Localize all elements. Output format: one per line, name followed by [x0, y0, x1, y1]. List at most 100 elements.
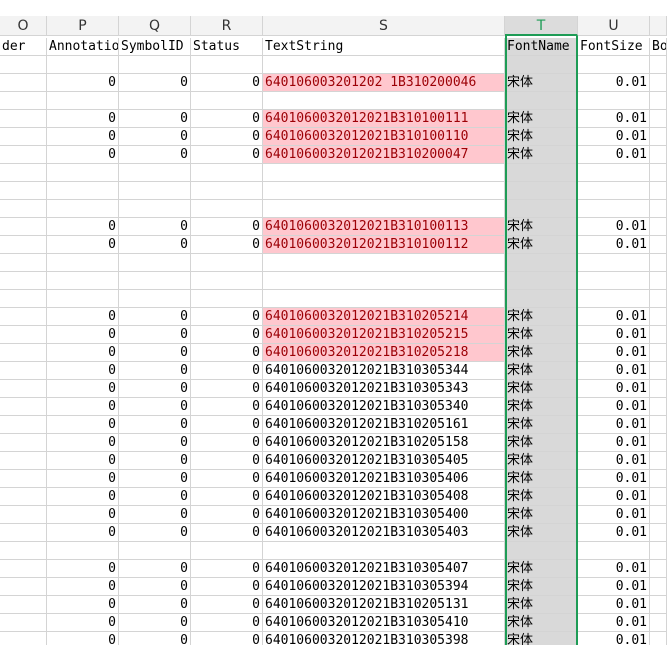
- cell-o[interactable]: [0, 236, 47, 254]
- cell-annotation[interactable]: 0: [47, 488, 119, 506]
- cell-textstring[interactable]: 6401060032012021B310205214: [263, 308, 505, 326]
- cell-fontsize[interactable]: [578, 56, 650, 74]
- cell-fontsize[interactable]: 0.01: [578, 632, 650, 645]
- cell-bold[interactable]: [650, 128, 667, 146]
- cell-bold[interactable]: [650, 56, 667, 74]
- cell-fontsize[interactable]: [578, 164, 650, 182]
- cell-o[interactable]: [0, 362, 47, 380]
- cell-fontname[interactable]: 宋体: [505, 416, 578, 434]
- cell-status[interactable]: 0: [191, 488, 263, 506]
- cell-bold[interactable]: [650, 326, 667, 344]
- cell-fontname[interactable]: 宋体: [505, 236, 578, 254]
- cell-symbolid[interactable]: 0: [119, 416, 191, 434]
- cell-fontsize[interactable]: 0.01: [578, 524, 650, 542]
- cell-textstring[interactable]: 6401060032012021B310305394: [263, 578, 505, 596]
- cell-symbolid[interactable]: 0: [119, 488, 191, 506]
- cell-bold[interactable]: [650, 452, 667, 470]
- cell-o[interactable]: [0, 218, 47, 236]
- cell-textstring[interactable]: [263, 200, 505, 218]
- cell-o[interactable]: [0, 164, 47, 182]
- cell-status[interactable]: 0: [191, 362, 263, 380]
- cell-symbolid[interactable]: [119, 272, 191, 290]
- cell-annotation[interactable]: 0: [47, 236, 119, 254]
- field-header-symbolid[interactable]: SymbolID: [119, 38, 191, 56]
- cell-annotation[interactable]: [47, 164, 119, 182]
- cell-status[interactable]: 0: [191, 128, 263, 146]
- cell-o[interactable]: [0, 254, 47, 272]
- cell-fontsize[interactable]: [578, 92, 650, 110]
- cell-annotation[interactable]: 0: [47, 632, 119, 645]
- cell-status[interactable]: 0: [191, 524, 263, 542]
- cell-status[interactable]: 0: [191, 344, 263, 362]
- cell-annotation[interactable]: 0: [47, 74, 119, 92]
- cell-fontsize[interactable]: 0.01: [578, 344, 650, 362]
- cell-status[interactable]: 0: [191, 560, 263, 578]
- cell-bold[interactable]: [650, 146, 667, 164]
- cell-symbolid[interactable]: 0: [119, 110, 191, 128]
- cell-o[interactable]: [0, 272, 47, 290]
- cell-symbolid[interactable]: 0: [119, 632, 191, 645]
- cell-symbolid[interactable]: [119, 182, 191, 200]
- cell-status[interactable]: 0: [191, 218, 263, 236]
- cell-o[interactable]: [0, 110, 47, 128]
- cell-o[interactable]: [0, 470, 47, 488]
- cell-annotation[interactable]: 0: [47, 362, 119, 380]
- cell-bold[interactable]: [650, 434, 667, 452]
- cell-annotation[interactable]: 0: [47, 398, 119, 416]
- cell-status[interactable]: 0: [191, 146, 263, 164]
- cell-textstring[interactable]: 6401060032012021B310100111: [263, 110, 505, 128]
- cell-fontname[interactable]: [505, 290, 578, 308]
- cell-textstring[interactable]: [263, 290, 505, 308]
- cell-fontname[interactable]: [505, 164, 578, 182]
- cell-fontsize[interactable]: 0.01: [578, 578, 650, 596]
- cell-fontname[interactable]: 宋体: [505, 218, 578, 236]
- cell-symbolid[interactable]: [119, 200, 191, 218]
- cell-textstring[interactable]: 6401060032012021B310205161: [263, 416, 505, 434]
- cell-o[interactable]: [0, 632, 47, 645]
- cell-textstring[interactable]: [263, 92, 505, 110]
- cell-o[interactable]: [0, 308, 47, 326]
- cell-symbolid[interactable]: [119, 542, 191, 560]
- cell-status[interactable]: [191, 200, 263, 218]
- cell-status[interactable]: 0: [191, 74, 263, 92]
- cell-fontsize[interactable]: 0.01: [578, 236, 650, 254]
- cell-fontsize[interactable]: [578, 254, 650, 272]
- cell-symbolid[interactable]: 0: [119, 470, 191, 488]
- cell-fontname[interactable]: 宋体: [505, 434, 578, 452]
- cell-o[interactable]: [0, 380, 47, 398]
- cell-fontsize[interactable]: 0.01: [578, 110, 650, 128]
- column-header-u[interactable]: U: [578, 16, 650, 36]
- cell-bold[interactable]: [650, 398, 667, 416]
- cell-fontsize[interactable]: [578, 272, 650, 290]
- cell-textstring[interactable]: 6401060032012021B310205218: [263, 344, 505, 362]
- cell-fontname[interactable]: 宋体: [505, 362, 578, 380]
- cell-symbolid[interactable]: [119, 92, 191, 110]
- cell-annotation[interactable]: [47, 200, 119, 218]
- cell-symbolid[interactable]: 0: [119, 74, 191, 92]
- cell-status[interactable]: 0: [191, 326, 263, 344]
- cell-symbolid[interactable]: 0: [119, 398, 191, 416]
- cell-bold[interactable]: [650, 182, 667, 200]
- field-header-bold[interactable]: Bo: [650, 38, 667, 56]
- column-header-p[interactable]: P: [47, 16, 119, 36]
- cell-bold[interactable]: [650, 524, 667, 542]
- cell-textstring[interactable]: [263, 272, 505, 290]
- cell-fontname[interactable]: 宋体: [505, 128, 578, 146]
- cell-fontname[interactable]: 宋体: [505, 470, 578, 488]
- cell-fontsize[interactable]: 0.01: [578, 434, 650, 452]
- cell-bold[interactable]: [650, 380, 667, 398]
- cell-annotation[interactable]: 0: [47, 416, 119, 434]
- cell-fontsize[interactable]: 0.01: [578, 326, 650, 344]
- cell-fontname[interactable]: 宋体: [505, 560, 578, 578]
- cell-textstring[interactable]: 6401060032012021B310305343: [263, 380, 505, 398]
- cell-fontsize[interactable]: 0.01: [578, 308, 650, 326]
- column-header-q[interactable]: Q: [119, 16, 191, 36]
- cell-bold[interactable]: [650, 200, 667, 218]
- cell-textstring[interactable]: 6401060032012021B310305408: [263, 488, 505, 506]
- cell-o[interactable]: [0, 290, 47, 308]
- cell-annotation[interactable]: [47, 290, 119, 308]
- cell-o[interactable]: [0, 326, 47, 344]
- cell-bold[interactable]: [650, 254, 667, 272]
- cell-textstring[interactable]: [263, 164, 505, 182]
- cell-fontsize[interactable]: 0.01: [578, 560, 650, 578]
